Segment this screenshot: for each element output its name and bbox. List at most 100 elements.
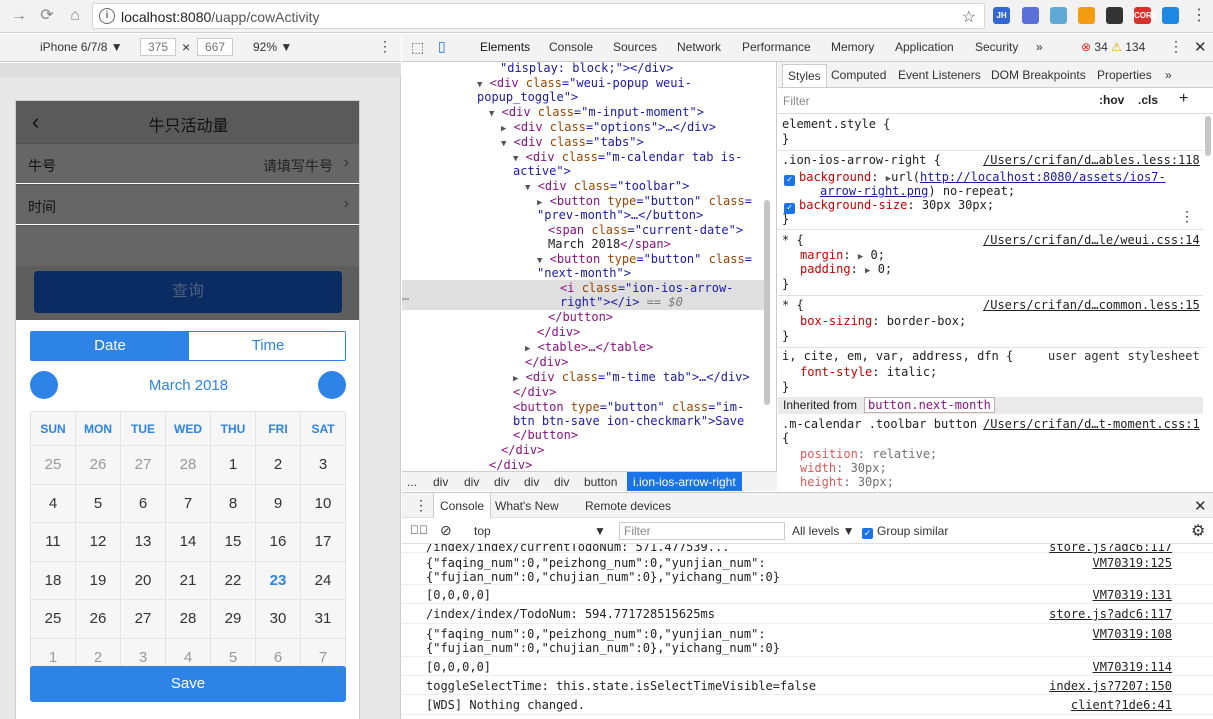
sidebar-toggle-icon[interactable]: ▶⃞ [410,523,428,537]
console-source-link[interactable]: store.js?adc6:117 [1049,607,1172,621]
css-declaration[interactable]: ✓ background: ▶url(http://localhost:8080/… [784,170,1166,186]
context-dropdown-icon[interactable]: ▼ [594,524,606,538]
calendar-day[interactable]: 27 [120,445,166,485]
styles-filter-input[interactable]: Filter [783,94,810,108]
selected-dom-line[interactable]: <i class="ion-ios-arrow- [560,281,733,296]
rule-selector[interactable]: .ion-ios-arrow-right { [782,153,941,168]
calendar-day[interactable]: 7 [165,483,211,523]
jh-extension-icon[interactable]: JH [993,7,1010,24]
tab-time[interactable]: Time [189,332,345,360]
calendar-day[interactable]: 21 [165,560,211,600]
device-width-input[interactable]: 375 [140,38,176,56]
calendar-day[interactable]: 31 [300,599,346,639]
dom-line[interactable]: </div> [537,325,580,340]
device-height-input[interactable]: 667 [197,38,233,56]
node-ellipsis[interactable]: … [402,289,409,304]
calendar-day[interactable]: 12 [75,522,121,562]
breadcrumb-item[interactable]: div [554,475,569,489]
home-icon[interactable]: ⌂ [64,5,86,27]
context-select[interactable]: top [474,524,491,538]
cow-number-row[interactable]: 牛号 请填写牛号 › [16,143,359,183]
calendar-day[interactable]: 16 [255,522,301,562]
more-tabs-chevron-icon[interactable]: » [1036,40,1043,54]
rule-source-link[interactable]: /Users/crifan/d…common.less:15 [983,298,1200,313]
breadcrumb-item[interactable]: button [584,475,617,489]
class-toggle[interactable]: .cls [1138,93,1158,107]
calendar-day[interactable]: 10 [300,483,346,523]
dom-line[interactable]: </div> [501,443,544,458]
inspect-element-icon[interactable]: ⬚ [411,39,424,56]
tab-date[interactable]: Date [31,332,189,360]
devtools-menu-icon[interactable]: ⋮ [1169,38,1183,55]
error-count[interactable]: ⊗ 34 ⚠ 134 [1081,40,1145,54]
css-declaration[interactable]: ✓ background-size: 30px 30px; [784,198,994,214]
dom-line[interactable]: ▶ <div class="m-time tab">…</div> [513,370,750,385]
back-arrow-icon[interactable]: → [8,5,30,27]
address-bar[interactable]: i localhost:8080/uapp/cowActivity ☆ [92,3,985,29]
dom-line[interactable]: <button type="button" class="im- [513,400,744,415]
tab-performance[interactable]: Performance [742,40,811,54]
calendar-day[interactable]: 27 [120,599,166,639]
tab-whats-new[interactable]: What's New [495,499,559,513]
breadcrumb-item[interactable]: i.ion-ios-arrow-right [627,472,742,491]
drawer-menu-icon[interactable]: ⋮ [414,497,428,514]
styles-scrollbar[interactable] [1205,116,1211,156]
dom-line[interactable]: <span class="current-date"> [548,223,743,238]
rule-source-link[interactable]: /Users/crifan/d…le/weui.css:14 [983,233,1200,248]
css-declaration[interactable]: height: 30px; [800,475,894,490]
rule-menu-icon[interactable]: ⋮ [1180,210,1194,225]
dom-line[interactable]: ▶ <div class="options">…</div> [501,120,716,135]
css-declaration[interactable]: position: relative; [800,447,937,462]
dom-line[interactable]: ▶ <button type="button" class= [537,194,752,209]
bookmark-star-icon[interactable]: ☆ [962,7,976,27]
calendar-day[interactable]: 17 [300,522,346,562]
css-declaration-cont[interactable]: arrow-right.png) no-repeat; [820,184,1015,199]
selected-dom-line[interactable]: right"></i> == $0 [560,295,683,310]
calendar-day[interactable]: 30 [255,599,301,639]
feedly-icon[interactable] [1078,7,1095,24]
calendar-day[interactable]: 20 [120,560,166,600]
breadcrumb-item[interactable]: div [433,475,448,489]
device-more-icon[interactable]: ⋮ [378,38,392,55]
dom-line[interactable]: </div> [525,355,568,370]
rule-selector[interactable]: * { [782,233,804,248]
console-source-link[interactable]: VM70319:125 [1093,556,1172,570]
log-levels-select[interactable]: All levels ▼ [792,524,855,538]
css-declaration[interactable]: margin: ▶ 0; [800,248,885,263]
time-row[interactable]: 时间 › [16,184,359,224]
tab-elements[interactable]: Elements [480,40,530,54]
dom-line[interactable]: ▼ <div class="toolbar"> [525,179,689,194]
rule-selector[interactable]: i, cite, em, var, address, dfn { [782,349,1013,364]
dom-line[interactable]: ▼ <div class="m-input-moment"> [489,105,704,120]
vpn-extension-icon[interactable] [1162,7,1179,24]
calendar-day[interactable]: 14 [165,522,211,562]
cow-extension-icon[interactable] [1022,7,1039,24]
tab-drawer-console[interactable]: Console [433,493,492,518]
qr-code-icon[interactable] [1106,7,1123,24]
dom-line[interactable]: </button> [513,428,578,443]
dom-line[interactable]: "prev-month">…</button> [537,208,703,223]
dom-line[interactable]: "display: block;"></div> [500,62,673,76]
dom-line[interactable]: ▶ <table>…</table> [525,340,653,355]
tab-remote-devices[interactable]: Remote devices [585,499,671,513]
tab-computed[interactable]: Computed [831,68,886,82]
dom-line[interactable]: </button> [548,310,613,325]
css-declaration[interactable]: font-style: italic; [800,365,937,380]
console-source-link[interactable]: VM70319:131 [1093,588,1172,602]
dom-line[interactable]: March 2018</span> [548,237,671,252]
calendar-day[interactable]: 25 [30,445,76,485]
calendar-day[interactable]: 28 [165,599,211,639]
reload-icon[interactable]: ⟳ [36,5,58,27]
calendar-day[interactable]: 18 [30,560,76,600]
element-style-rule[interactable]: element.style { [782,117,890,132]
calendar-day[interactable]: 28 [165,445,211,485]
calendar-day[interactable]: 19 [75,560,121,600]
dom-line[interactable]: "next-month"> [537,266,631,281]
react-devtools-icon[interactable] [1050,7,1067,24]
tab-security[interactable]: Security [975,40,1018,54]
clear-console-icon[interactable]: ⊘ [440,522,452,539]
more-tabs-chevron-icon[interactable]: » [1165,68,1172,82]
save-button[interactable]: Save [30,666,346,702]
breadcrumb-item[interactable]: div [524,475,539,489]
calendar-day[interactable]: 8 [210,483,256,523]
